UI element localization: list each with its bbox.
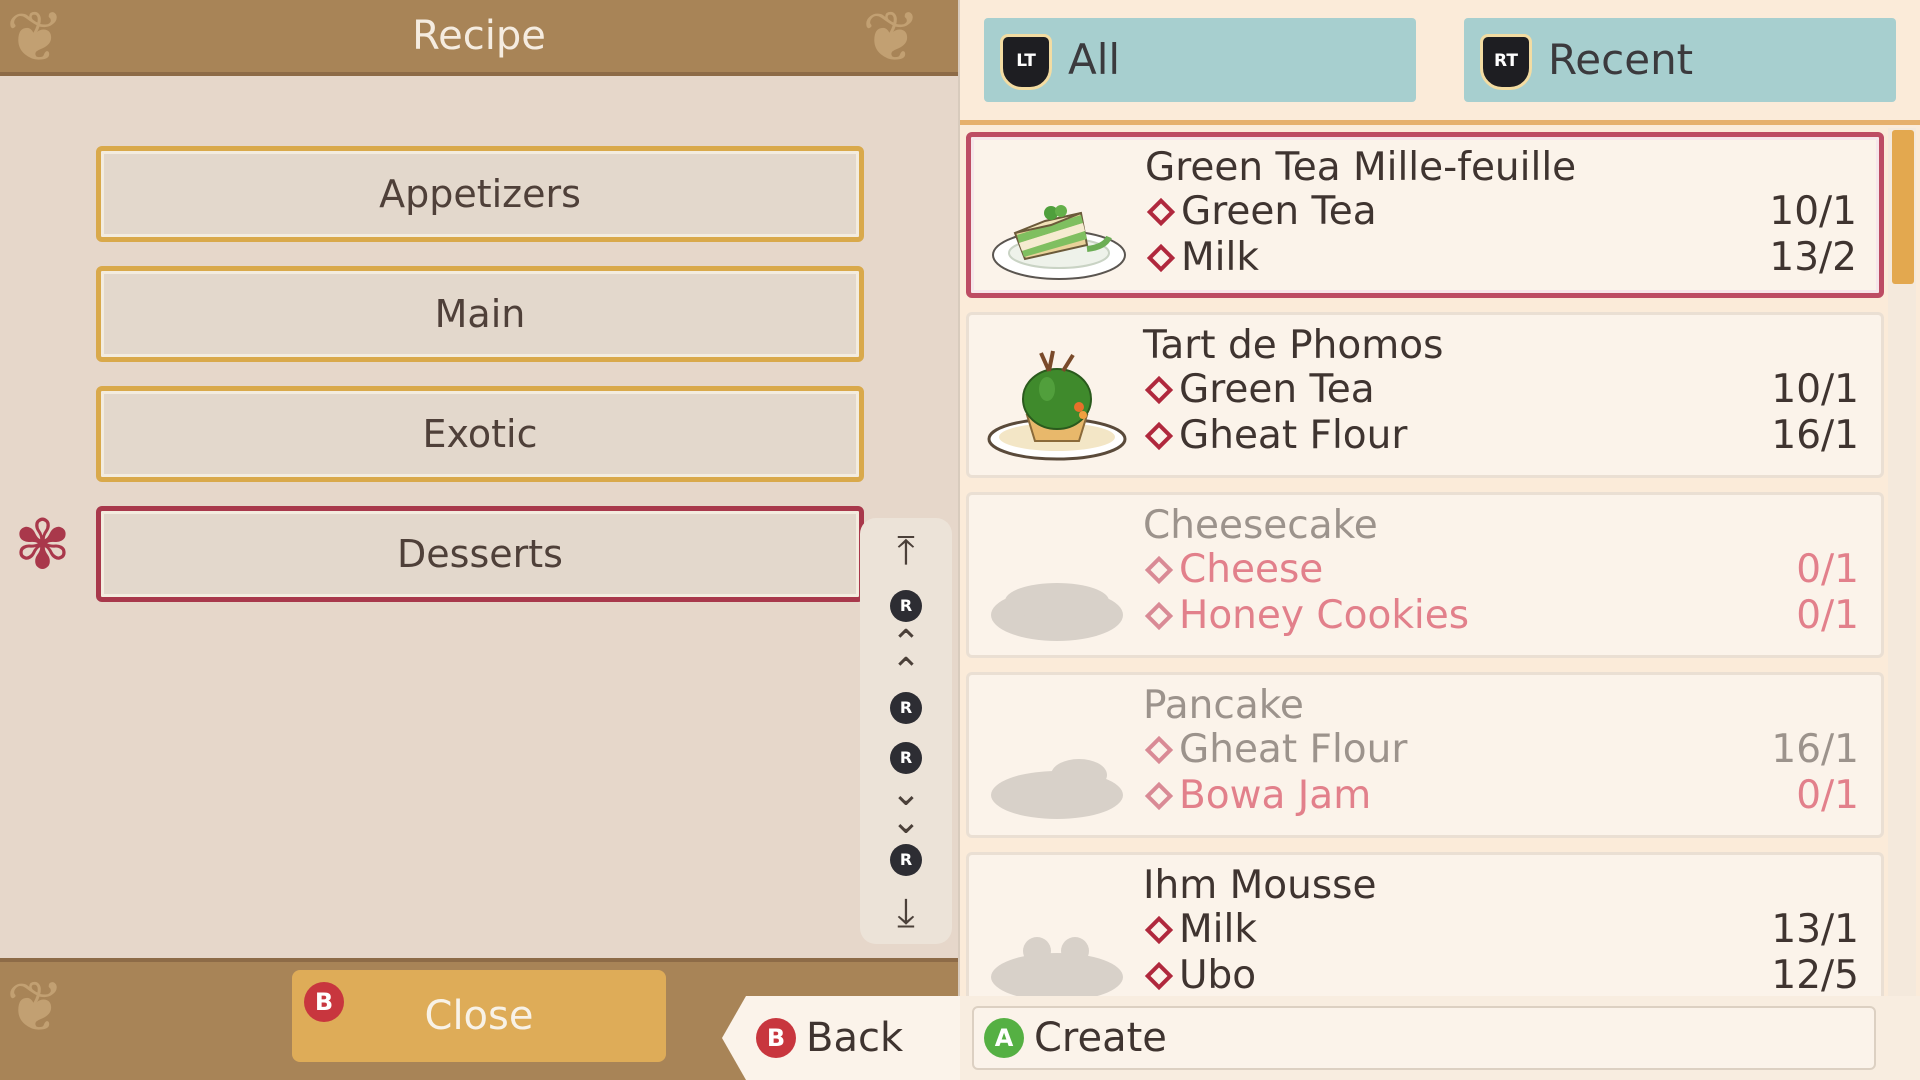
rt-button-icon: RT [1480, 34, 1532, 90]
ingredient-qty: 16/1 [1771, 727, 1859, 772]
ingredient-row: Honey Cookies [1143, 593, 1469, 639]
ingredient-qty: 10/1 [1769, 189, 1857, 234]
right-stick-down-icon: R [890, 844, 922, 876]
ingredient-name: Green Tea [1179, 367, 1375, 412]
ingredient-name: Green Tea [1181, 189, 1377, 234]
action-bar: A Create [960, 996, 1920, 1080]
close-label: Close [424, 993, 534, 1039]
filter-all-label: All [1068, 35, 1121, 84]
unknown-dish-silhouette-icon [991, 759, 1123, 819]
diamond-bullet-icon [1144, 375, 1174, 404]
recipe-name: Green Tea Mille-feuille [1145, 145, 1577, 190]
recipe-list: Green Tea Mille-feuille Green Tea 10/1 M… [960, 128, 1888, 996]
recipe-list-panel: LT All RT Recent Green Tea Mille-feuille… [960, 0, 1920, 1080]
scroll-to-bottom-icon[interactable]: ⤓ [860, 890, 952, 936]
create-label: Create [1034, 1015, 1167, 1061]
ingredient-row: Ubo [1143, 953, 1256, 996]
create-button[interactable]: A Create [972, 1006, 1876, 1070]
diamond-bullet-icon [1146, 197, 1176, 226]
lt-button-icon: LT [1000, 34, 1052, 90]
diamond-bullet-icon [1144, 915, 1174, 944]
ingredient-qty: 10/1 [1771, 367, 1859, 412]
category-desserts-button[interactable]: Desserts [96, 506, 864, 602]
category-panel: ❦ ❦ Recipe Appetizers Main Exotic ✾ Dess… [0, 0, 958, 1080]
ingredient-qty: 16/1 [1771, 413, 1859, 458]
ingredient-name: Milk [1181, 235, 1259, 280]
b-button-icon: B [756, 1018, 796, 1058]
recipe-scrollbar-thumb[interactable] [1892, 130, 1914, 284]
diamond-bullet-icon [1144, 555, 1174, 584]
ingredient-qty: 0/1 [1796, 593, 1859, 638]
ingredient-name: Gheat Flour [1179, 727, 1408, 772]
right-stick-right-icon: R [890, 742, 922, 774]
recipe-card-pancake[interactable]: Pancake Gheat Flour 16/1 Bowa Jam 0/1 [966, 672, 1884, 838]
a-button-icon: A [984, 1018, 1024, 1058]
ingredient-row: Gheat Flour [1143, 727, 1407, 773]
ingredient-qty: 13/1 [1771, 907, 1859, 952]
category-main-button[interactable]: Main [96, 266, 864, 362]
ingredient-qty: 12/5 [1771, 953, 1859, 996]
diamond-bullet-icon [1144, 421, 1174, 450]
recipe-card-cheesecake[interactable]: Cheesecake Cheese 0/1 Honey Cookies 0/1 [966, 492, 1884, 658]
ingredient-qty: 0/1 [1796, 547, 1859, 592]
page-title: Recipe [412, 13, 546, 59]
scroll-to-top-icon[interactable]: ⤒ [860, 528, 952, 574]
back-button[interactable]: B Back [722, 996, 962, 1080]
close-button[interactable]: B Close [292, 970, 666, 1062]
tart-food-icon [987, 350, 1127, 461]
ingredient-row: Gheat Flour [1143, 413, 1407, 459]
diamond-bullet-icon [1144, 735, 1174, 764]
ingredient-name: Honey Cookies [1179, 593, 1470, 638]
diamond-bullet-icon [1144, 601, 1174, 630]
ingredient-row: Cheese [1143, 547, 1323, 593]
recipe-name: Ihm Mousse [1143, 863, 1377, 908]
flourish-bottom-icon: ❦ [6, 966, 65, 1048]
ingredient-row: Green Tea [1145, 189, 1377, 235]
recipe-card-tart-de-phomos[interactable]: Tart de Phomos Green Tea 10/1 Gheat Flou… [966, 312, 1884, 478]
diamond-bullet-icon [1144, 961, 1174, 990]
recipe-name: Cheesecake [1143, 503, 1378, 548]
diamond-bullet-icon [1146, 243, 1176, 272]
right-stick-left-icon: R [890, 692, 922, 724]
right-stick-icon: R [890, 590, 922, 622]
ingredient-name: Ubo [1179, 953, 1257, 996]
ingredient-row: Green Tea [1143, 367, 1375, 413]
page-down-icon[interactable]: ⌄ ⌄ [860, 776, 952, 840]
scroll-navigation-strip: ⤒ R ⌃ ⌃ R R ⌄ ⌄ R ⤓ [860, 518, 952, 944]
ingredient-name: Milk [1179, 907, 1257, 952]
ingredient-row: Milk [1145, 235, 1259, 281]
unknown-dish-silhouette-icon [991, 583, 1123, 641]
ingredient-row: Bowa Jam [1143, 773, 1371, 819]
filter-recent-tab[interactable]: RT Recent [1464, 18, 1896, 102]
recipe-name: Tart de Phomos [1143, 323, 1444, 368]
ingredient-name: Cheese [1179, 547, 1324, 592]
selection-ornament-left-icon: ✾ [14, 506, 71, 585]
recipe-card-green-tea-mille-feuille[interactable]: Green Tea Mille-feuille Green Tea 10/1 M… [966, 132, 1884, 298]
category-exotic-button[interactable]: Exotic [96, 386, 864, 482]
page-up-icon[interactable]: ⌃ ⌃ [860, 626, 952, 690]
ingredient-name: Bowa Jam [1179, 773, 1372, 818]
recipe-name: Pancake [1143, 683, 1304, 728]
filter-recent-label: Recent [1548, 35, 1694, 84]
diamond-bullet-icon [1144, 781, 1174, 810]
ingredient-name: Gheat Flour [1179, 413, 1408, 458]
category-appetizers-button[interactable]: Appetizers [96, 146, 864, 242]
ingredient-row: Milk [1143, 907, 1257, 953]
ingredient-qty: 0/1 [1796, 773, 1859, 818]
filter-all-tab[interactable]: LT All [984, 18, 1416, 102]
tabs-divider [960, 120, 1920, 125]
back-label: Back [806, 1015, 904, 1061]
mille-feuille-food-icon [992, 205, 1126, 280]
unknown-dish-silhouette-icon [991, 937, 1123, 996]
ingredient-qty: 13/2 [1769, 235, 1857, 280]
recipe-card-ihm-mousse[interactable]: Ihm Mousse Milk 13/1 Ubo 12/5 [966, 852, 1884, 996]
